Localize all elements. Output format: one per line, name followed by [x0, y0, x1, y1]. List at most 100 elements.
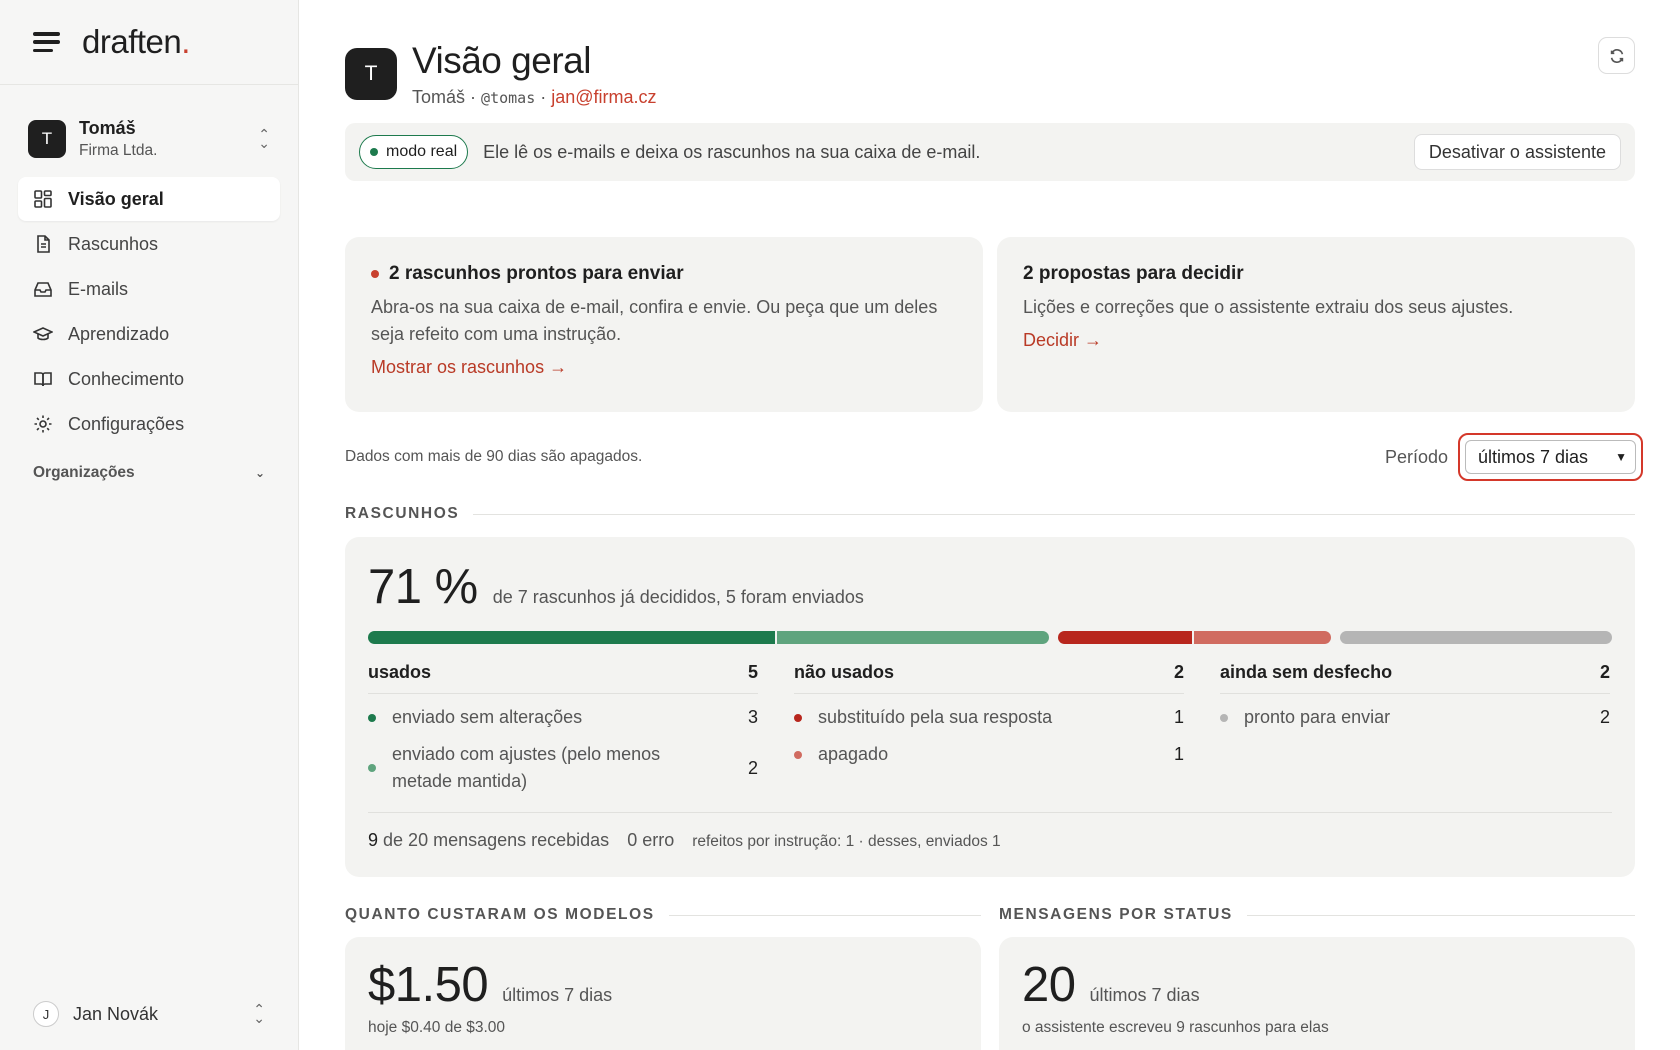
chevron-updown-icon: ⌃ ⌄ — [258, 126, 270, 151]
received-count: 9 — [368, 830, 379, 850]
item-count: 2 — [747, 757, 758, 778]
drafts-section-header: RASCUNHOS — [345, 505, 1635, 523]
status-dot — [1220, 713, 1228, 722]
list-item: enviado sem alterações 3 — [368, 704, 758, 731]
cost-period: últimos 7 dias — [502, 985, 613, 1005]
user-menu[interactable]: J Jan Novák ⌃ ⌄ — [33, 994, 265, 1034]
card-body: Lições e correções que o assistente extr… — [1023, 297, 1514, 317]
redone-summary: refeitos por instrução: 1 · desses, envi… — [692, 833, 1001, 850]
account-email-link[interactable]: jan@firma.cz — [551, 87, 656, 107]
item-count: 1 — [1173, 707, 1184, 727]
error-count: 0 erro — [627, 830, 675, 850]
mode-label: modo real — [386, 143, 458, 160]
show-drafts-link[interactable]: Mostrar os rascunhos → — [371, 357, 567, 378]
chevron-updown-icon: ⌃ ⌄ — [253, 1001, 265, 1026]
deactivate-assistant-button[interactable]: Desativar o assistente — [1413, 134, 1621, 170]
sidebar-item-label: Configurações — [68, 413, 185, 434]
item-count: 2 — [1599, 707, 1610, 727]
item-label: pronto para enviar — [1244, 707, 1391, 727]
workspace-switcher[interactable]: T Tomáš Firma Ltda. ⌃ ⌄ — [0, 116, 298, 162]
retention-note: Dados com mais de 90 dias são apagados. — [345, 448, 643, 465]
item-label: enviado sem alterações — [392, 707, 583, 727]
sidebar-item-label: E-mails — [68, 278, 129, 299]
card-title: 2 rascunhos prontos para enviar — [371, 263, 957, 285]
organizations-label: Organizações — [33, 464, 135, 481]
section-title: RASCUNHOS — [345, 505, 460, 522]
card-title: 2 propostas para decidir — [1023, 263, 1244, 284]
decided-percentage: 71 % — [368, 560, 478, 614]
sidebar-item-overview[interactable]: Visão geral — [18, 177, 280, 221]
period-select-focus-ring: últimos 7 dias ▼ — [1458, 433, 1643, 481]
period-row: Dados com mais de 90 dias são apagados. … — [345, 433, 1643, 481]
used-column: usados 5 enviado sem alterações 3 enviad… — [368, 662, 758, 795]
sidebar-item-learning[interactable]: Aprendizado — [18, 312, 280, 356]
cost-value: $1.50 — [368, 958, 489, 1012]
column-title: não usados — [794, 662, 895, 682]
drafts-stats-card: 71 % de 7 rascunhos já decididos, 5 fora… — [345, 537, 1635, 877]
account-handle: @tomas — [481, 89, 536, 107]
separator: · — [540, 87, 547, 107]
sidebar-item-label: Rascunhos — [68, 233, 159, 254]
bar-segment — [1339, 631, 1612, 644]
workspace-avatar: T — [28, 120, 66, 158]
list-item: apagado 1 — [794, 741, 1184, 768]
mode-badge: modo real — [359, 135, 469, 169]
list-item: pronto para enviar 2 — [1220, 704, 1610, 731]
sidebar-item-knowledge[interactable]: Conhecimento — [18, 357, 280, 401]
status-section-header: MENSAGENS POR STATUS — [999, 906, 1635, 924]
sidebar: draften. T Tomáš Firma Ltda. ⌃ ⌄ Visão ge… — [0, 0, 299, 1050]
sidebar-item-drafts[interactable]: Rascunhos — [18, 222, 280, 266]
bar-segment — [1194, 631, 1331, 644]
messages-period: últimos 7 dias — [1089, 985, 1200, 1005]
proposals-card: 2 propostas para decidir Lições e correç… — [997, 237, 1635, 412]
refresh-button[interactable] — [1598, 37, 1635, 74]
book-icon — [33, 369, 53, 389]
drafts-ready-card: 2 rascunhos prontos para enviar Abra-os … — [345, 237, 983, 412]
status-dot — [794, 713, 802, 722]
mode-banner: modo real Ele lê os e-mails e deixa os r… — [345, 123, 1635, 181]
status-dot — [368, 764, 376, 772]
decide-link[interactable]: Decidir → — [1023, 330, 1102, 351]
messages-value: 20 — [1022, 958, 1076, 1012]
logo[interactable]: draften. — [82, 23, 190, 61]
sidebar-item-label: Visão geral — [68, 188, 164, 209]
sidebar-item-label: Conhecimento — [68, 368, 185, 389]
section-title: MENSAGENS POR STATUS — [999, 906, 1233, 923]
column-count: 5 — [747, 662, 758, 682]
sidebar-nav: Visão geral Rascunhos E-mails Aprendizad… — [0, 177, 298, 446]
main-content: T Visão geral Tomáš · @tomas · jan@firma… — [345, 0, 1643, 1050]
list-item: enviado com ajustes (pelo menos metade m… — [368, 741, 758, 795]
outcome-columns: usados 5 enviado sem alterações 3 enviad… — [368, 662, 1612, 795]
column-count: 2 — [1599, 662, 1610, 682]
item-label: enviado com ajustes (pelo menos metade m… — [392, 744, 661, 791]
organizations-section-toggle[interactable]: Organizações ⌄ — [33, 464, 265, 482]
sidebar-item-settings[interactable]: Configurações — [18, 402, 280, 446]
messages-status-card: 20 últimos 7 dias o assistente escreveu … — [999, 937, 1635, 1050]
status-dot — [794, 750, 802, 759]
unused-column: não usados 2 substituído pela sua respos… — [794, 662, 1184, 795]
status-dot — [368, 713, 376, 722]
alert-dot — [371, 270, 379, 278]
status-dot — [370, 148, 378, 156]
page-header: T Visão geral Tomáš · @tomas · jan@firma… — [345, 40, 657, 108]
drafts-outcome-bar — [368, 631, 1612, 644]
chevron-down-icon: ▼ — [1615, 450, 1627, 464]
user-avatar: J — [33, 1001, 59, 1027]
column-title: ainda sem desfecho — [1220, 662, 1393, 682]
page-title: Visão geral — [412, 40, 591, 81]
sidebar-item-label: Aprendizado — [68, 323, 170, 344]
hamburger-menu-icon[interactable] — [33, 32, 60, 52]
brand-bar: draften. — [0, 0, 298, 85]
period-select[interactable]: últimos 7 dias ▼ — [1465, 440, 1636, 474]
section-title: QUANTO CUSTARAM OS MODELOS — [345, 906, 655, 923]
decided-summary: de 7 rascunhos já decididos, 5 foram env… — [492, 587, 864, 607]
item-count: 1 — [1173, 744, 1184, 764]
graduation-cap-icon — [33, 324, 53, 344]
refresh-icon — [1610, 48, 1623, 63]
inbox-icon — [33, 279, 53, 299]
chevron-down-icon: ⌄ — [254, 466, 265, 480]
item-label: substituído pela sua resposta — [818, 707, 1053, 727]
document-icon — [33, 234, 53, 254]
user-name: Jan Novák — [73, 1003, 159, 1024]
sidebar-item-emails[interactable]: E-mails — [18, 267, 280, 311]
